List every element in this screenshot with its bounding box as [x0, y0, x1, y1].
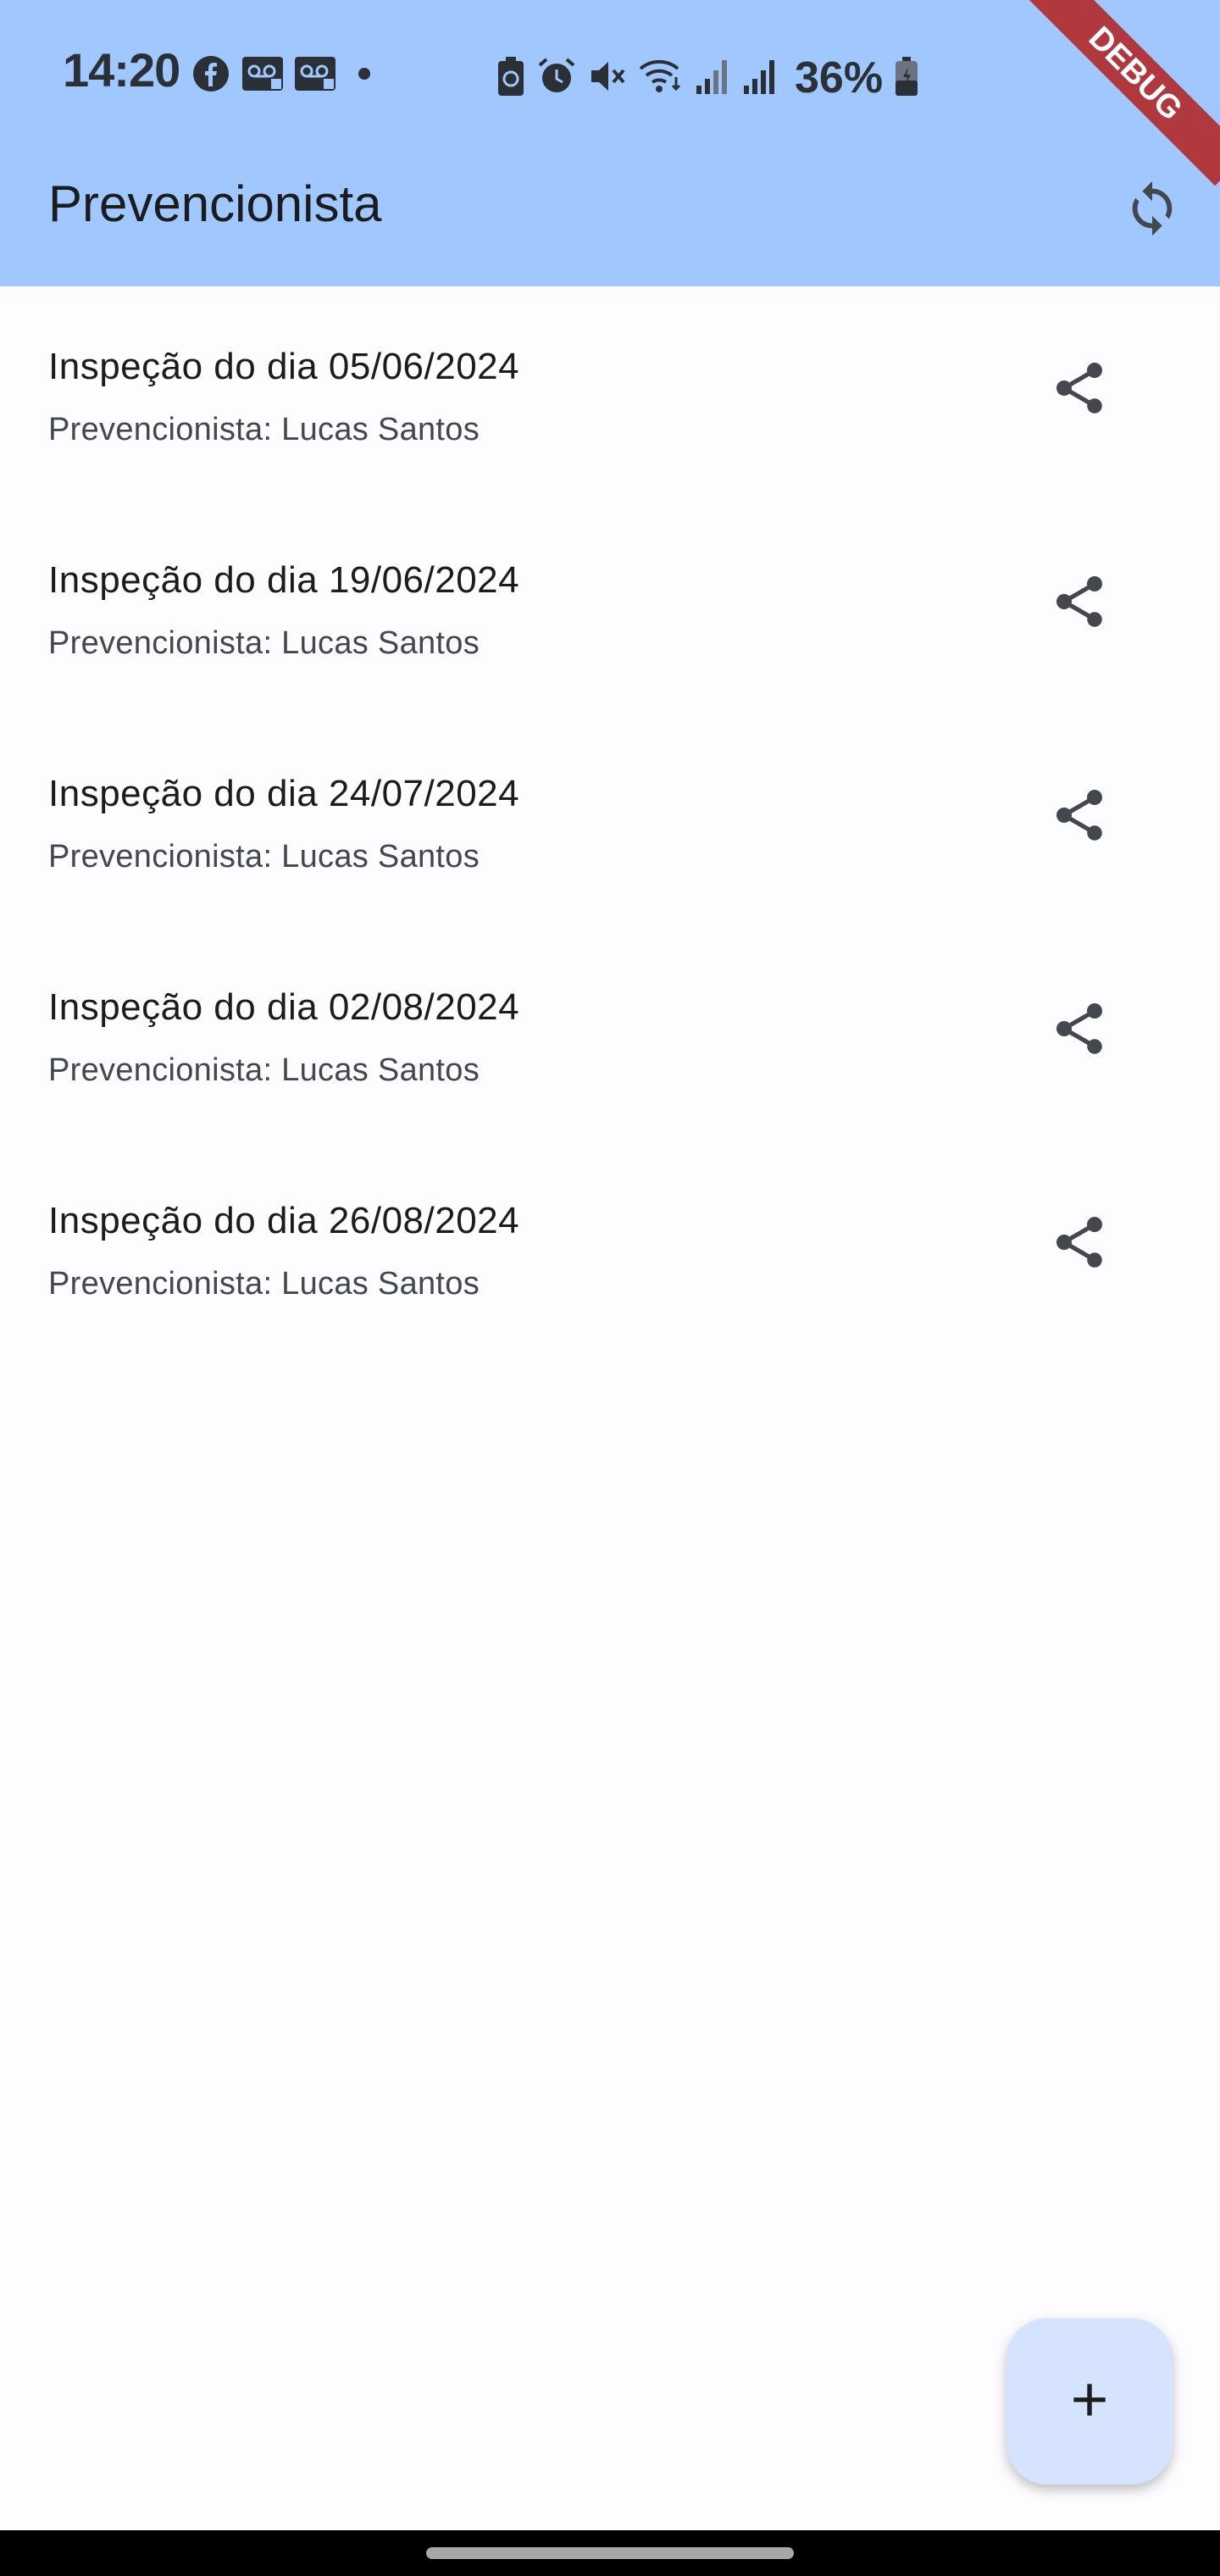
voicemail-icon	[295, 57, 336, 95]
inspection-subtitle: Prevencionista: Lucas Santos	[48, 625, 480, 661]
inspection-subtitle: Prevencionista: Lucas Santos	[48, 839, 480, 874]
signal-icon	[742, 57, 778, 100]
status-bar: 14:20 36%	[0, 0, 1220, 144]
home-handle[interactable]	[426, 2547, 794, 2559]
inspection-list: Inspeção do dia 05/06/2024 Prevencionist…	[0, 286, 1220, 1354]
signal-icon	[695, 57, 730, 100]
app-bar: Prevencionista	[0, 144, 1220, 286]
mute-icon	[588, 57, 627, 100]
list-item[interactable]: Inspeção do dia 24/07/2024 Prevencionist…	[0, 713, 1220, 927]
voicemail-icon	[242, 57, 283, 95]
share-icon	[1049, 998, 1110, 1063]
add-inspection-button[interactable]	[1006, 2318, 1173, 2484]
dot-icon	[347, 57, 381, 95]
inspection-subtitle: Prevencionista: Lucas Santos	[48, 412, 480, 447]
list-item[interactable]: Inspeção do dia 02/08/2024 Prevencionist…	[0, 927, 1220, 1141]
inspection-title: Inspeção do dia 24/07/2024	[48, 773, 520, 814]
list-item[interactable]: Inspeção do dia 19/06/2024 Prevencionist…	[0, 500, 1220, 713]
share-button[interactable]	[1035, 986, 1123, 1074]
refresh-icon	[1123, 179, 1182, 242]
battery-saver-icon	[496, 56, 525, 100]
share-icon	[1049, 1212, 1110, 1277]
share-button[interactable]	[1035, 1200, 1123, 1288]
header: 14:20 36% Prevencionista	[0, 0, 1220, 286]
status-left-icons	[191, 54, 381, 97]
share-button[interactable]	[1035, 346, 1123, 434]
list-item[interactable]: Inspeção do dia 05/06/2024 Prevencionist…	[0, 286, 1220, 500]
inspection-subtitle: Prevencionista: Lucas Santos	[48, 1052, 480, 1088]
refresh-button[interactable]	[1112, 169, 1193, 251]
inspection-title: Inspeção do dia 26/08/2024	[48, 1200, 520, 1241]
share-button[interactable]	[1035, 773, 1123, 861]
alarm-icon	[537, 57, 576, 100]
facebook-icon	[191, 54, 230, 97]
share-button[interactable]	[1035, 559, 1123, 647]
navigation-bar	[0, 2530, 1220, 2576]
battery-percent: 36%	[795, 53, 884, 103]
battery-icon	[895, 56, 918, 100]
plus-icon	[1062, 2373, 1117, 2431]
inspection-title: Inspeção do dia 19/06/2024	[48, 559, 520, 601]
list-item[interactable]: Inspeção do dia 26/08/2024 Prevencionist…	[0, 1141, 1220, 1354]
inspection-title: Inspeção do dia 05/06/2024	[48, 346, 520, 387]
share-icon	[1049, 358, 1110, 423]
wifi-icon	[639, 57, 683, 100]
status-time: 14:20	[63, 43, 180, 97]
share-icon	[1049, 571, 1110, 636]
inspection-subtitle: Prevencionista: Lucas Santos	[48, 1266, 480, 1302]
inspection-title: Inspeção do dia 02/08/2024	[48, 986, 520, 1028]
page-title: Prevencionista	[48, 175, 382, 232]
share-icon	[1049, 785, 1110, 850]
status-right-icons: 36%	[496, 53, 918, 103]
